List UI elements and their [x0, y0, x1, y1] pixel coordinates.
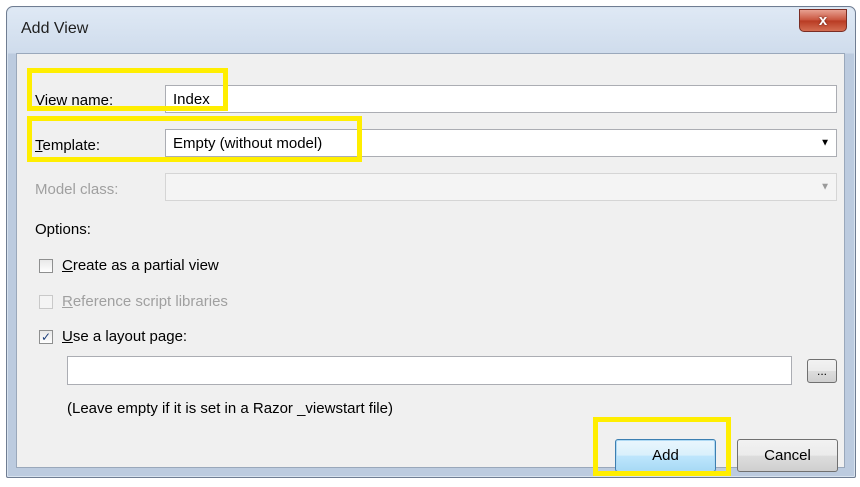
layout-page-path-input[interactable]: [67, 356, 792, 385]
browse-button[interactable]: ...: [807, 359, 837, 383]
reference-scripts-checkbox: [39, 295, 53, 309]
dialog-title: Add View: [21, 20, 89, 37]
add-view-dialog: Add View x View name: Index Template: Em…: [6, 6, 856, 478]
dropdown-arrow-icon: ▼: [820, 137, 830, 149]
reference-scripts-label: Reference script libraries: [62, 293, 228, 310]
template-label: Template:: [35, 137, 101, 154]
template-select[interactable]: Empty (without model) ▼: [165, 129, 837, 157]
layout-page-hint: (Leave empty if it is set in a Razor _vi…: [67, 400, 393, 417]
layout-page-checkbox[interactable]: ✓: [39, 330, 53, 344]
partial-view-checkbox[interactable]: [39, 259, 53, 273]
view-name-value: Index: [173, 90, 210, 108]
close-button[interactable]: x: [799, 9, 847, 32]
template-value: Empty (without model): [173, 134, 323, 152]
add-button[interactable]: Add: [615, 439, 716, 472]
title-bar: Add View x: [7, 7, 855, 53]
close-icon: x: [818, 12, 828, 29]
model-class-label: Model class:: [35, 181, 119, 198]
cancel-button[interactable]: Cancel: [737, 439, 838, 472]
partial-view-label[interactable]: Create as a partial view: [62, 257, 219, 274]
checkmark-icon: ✓: [40, 330, 52, 344]
layout-page-label[interactable]: Use a layout page:: [62, 328, 187, 345]
view-name-label: View name:: [35, 92, 114, 109]
dropdown-arrow-icon: ▼: [820, 181, 830, 193]
model-class-select: ▼: [165, 173, 837, 201]
options-label: Options:: [35, 221, 91, 238]
view-name-input[interactable]: Index: [165, 85, 837, 113]
dialog-body: View name: Index Template: Empty (withou…: [16, 53, 845, 472]
